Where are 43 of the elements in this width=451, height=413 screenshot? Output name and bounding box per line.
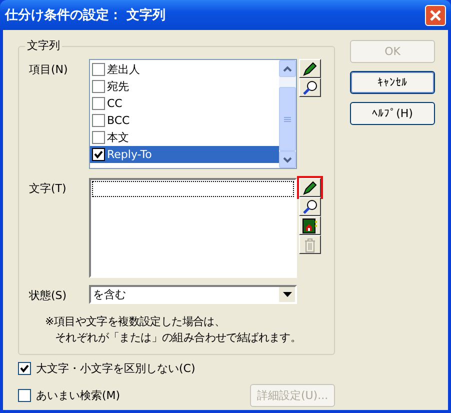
edit-button[interactable] xyxy=(299,59,321,78)
checkbox[interactable] xyxy=(18,389,31,402)
search-button[interactable] xyxy=(299,197,321,216)
note-text: それぞれが「または」の組み合わせで結ばれます。 xyxy=(54,330,302,346)
scroll-bar[interactable] xyxy=(279,60,296,168)
search-button[interactable] xyxy=(299,78,321,97)
import-button[interactable] xyxy=(299,216,321,235)
checkbox[interactable] xyxy=(92,148,105,161)
magnifier-icon xyxy=(302,198,318,214)
item-list[interactable]: 差出人 宛先 CC BCC 本文 Reply-To xyxy=(89,59,297,169)
checkbox[interactable] xyxy=(92,97,105,110)
dialog-button[interactable]: ｷｬﾝｾﾙ xyxy=(350,71,435,94)
list-item[interactable]: CC xyxy=(90,95,279,112)
checkbox-label[interactable]: 大文字・小文字を区別しない(C) xyxy=(36,361,196,376)
dropdown-arrow-icon xyxy=(282,292,292,297)
close-icon xyxy=(429,8,442,22)
text-list[interactable] xyxy=(89,178,297,278)
pencil-icon xyxy=(302,180,318,196)
checkbox-label[interactable]: あいまい検索(M) xyxy=(36,388,120,403)
checkbox[interactable] xyxy=(18,362,31,375)
checkbox[interactable] xyxy=(92,80,105,93)
magnifier-icon xyxy=(302,80,318,96)
window-title: 仕分け条件の設定： 文字列 xyxy=(5,6,166,24)
field-label: 項目(N) xyxy=(29,62,69,78)
list-item[interactable]: Reply-To xyxy=(90,146,279,163)
edit-button[interactable] xyxy=(299,178,321,197)
field-label: 文字(T) xyxy=(29,181,68,197)
checkbox[interactable] xyxy=(92,114,105,127)
list-item[interactable]: 本文 xyxy=(90,129,279,146)
list-item[interactable]: 宛先 xyxy=(90,78,279,95)
state-dropdown[interactable]: を含む xyxy=(89,285,297,304)
group-title: 文字列 xyxy=(25,38,62,53)
checkbox[interactable] xyxy=(92,63,105,76)
list-item[interactable]: BCC xyxy=(90,112,279,129)
checkbox[interactable] xyxy=(92,131,105,144)
close-button[interactable] xyxy=(425,4,446,26)
field-label: 状態(S) xyxy=(29,288,68,304)
pencil-icon xyxy=(302,60,318,76)
note-text: ※項目や文字を複数設定した場合は、 xyxy=(45,314,226,330)
list-item[interactable]: 差出人 xyxy=(90,61,279,78)
house-card-icon xyxy=(302,218,318,234)
dialog-button[interactable]: ﾍﾙﾌﾟ(H) xyxy=(350,102,435,125)
trash-icon xyxy=(302,236,318,252)
